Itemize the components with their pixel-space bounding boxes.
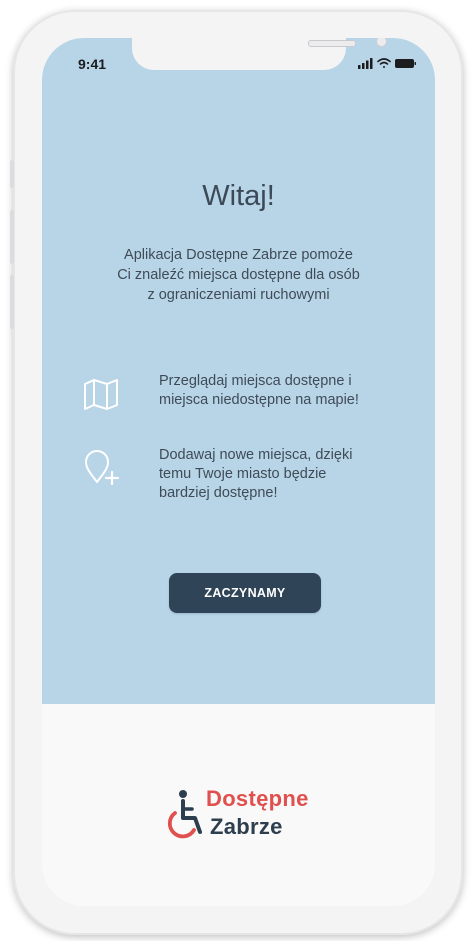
- welcome-panel: 9:41 Witaj! Aplikacja Dostępne Zabrze po…: [42, 38, 435, 704]
- feature-line: Przeglądaj miejsca dostępne i: [159, 373, 352, 389]
- app-screen: 9:41 Witaj! Aplikacja Dostępne Zabrze po…: [42, 38, 435, 906]
- signal-icon: [358, 58, 373, 69]
- wheelchair-icon: [167, 790, 202, 839]
- status-indicators: [358, 58, 416, 69]
- intro-line: z ograniczeniami ruchowymi: [147, 287, 330, 303]
- status-time: 9:41: [78, 56, 107, 72]
- start-button[interactable]: ZACZYNAMY: [169, 573, 321, 613]
- feature-line: bardziej dostępne!: [159, 485, 278, 501]
- feature-text: Przeglądaj miejsca dostępne i miejsca ni…: [159, 372, 409, 410]
- speaker-grille: [308, 40, 356, 47]
- feature-line: miejsca niedostępne na mapie!: [159, 392, 359, 408]
- logo-word-dostepne: Dostępne: [206, 786, 309, 811]
- battery-icon: [395, 59, 416, 68]
- feature-text: Dodawaj nowe miejsca, dzięki temu Twoje …: [159, 446, 409, 503]
- intro-text: Aplikacja Dostępne Zabrze pomoże Ci znal…: [97, 245, 380, 305]
- map-icon: [84, 379, 118, 410]
- device-notch: [132, 38, 387, 70]
- add-location-icon: [85, 450, 120, 486]
- volume-down-button: [10, 275, 14, 329]
- intro-line: Ci znaleźć miejsca dostępne dla osób: [117, 267, 360, 283]
- device-mockup: 9:41 Witaj! Aplikacja Dostępne Zabrze po…: [0, 0, 472, 941]
- page-title: Witaj!: [202, 180, 275, 212]
- feature-line: Dodawaj nowe miejsca, dzięki: [159, 447, 353, 463]
- app-logo: Dostępne Zabrze: [162, 786, 342, 846]
- wifi-icon: [377, 58, 391, 68]
- logo-word-zabrze: Zabrze: [210, 814, 283, 839]
- intro-line: Aplikacja Dostępne Zabrze pomoże: [124, 247, 353, 263]
- volume-up-button: [10, 210, 14, 264]
- feature-line: temu Twoje miasto będzie: [159, 466, 327, 482]
- mute-switch: [10, 160, 14, 188]
